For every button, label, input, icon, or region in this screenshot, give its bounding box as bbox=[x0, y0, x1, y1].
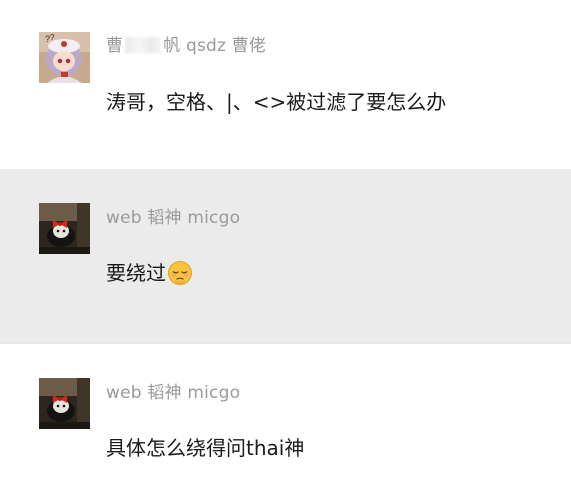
chat-message: web 韬神 micgo 具体怎么绕得问thai神 bbox=[0, 343, 571, 483]
message-text: 涛哥，空格、|、<>被过滤了要怎么办 bbox=[106, 90, 447, 114]
message-text: 要绕过 bbox=[106, 257, 193, 286]
chat-message-list: ? ? 曹 帆 qsdz 曹佬 涛哥，空格、|、<>被过滤了要怎么办 web 韬神… bbox=[0, 0, 571, 483]
sender-name: web 韬神 micgo bbox=[106, 208, 241, 228]
anime-girl-avatar-icon[interactable]: ? ? bbox=[39, 32, 90, 83]
sender-name: web 韬神 micgo bbox=[106, 383, 241, 403]
message-text: 具体怎么绕得问thai神 bbox=[106, 436, 305, 460]
pensive-face-emoji-icon bbox=[167, 260, 193, 286]
chat-message: ? ? 曹 帆 qsdz 曹佬 涛哥，空格、|、<>被过滤了要怎么办 bbox=[0, 0, 571, 169]
dark-photo-avatar-icon[interactable] bbox=[39, 203, 90, 254]
message-text-content: 要绕过 bbox=[106, 261, 166, 285]
redacted-name-blur bbox=[125, 37, 162, 53]
sender-name-suffix: 帆 qsdz 曹佬 bbox=[163, 36, 267, 56]
sender-name-prefix: 曹 bbox=[106, 36, 124, 56]
svg-text:?: ? bbox=[50, 33, 55, 42]
chat-message: web 韬神 micgo 要绕过 bbox=[0, 169, 571, 343]
sender-name: 曹 帆 qsdz 曹佬 bbox=[106, 31, 266, 56]
dark-photo-avatar-icon[interactable] bbox=[39, 378, 90, 429]
